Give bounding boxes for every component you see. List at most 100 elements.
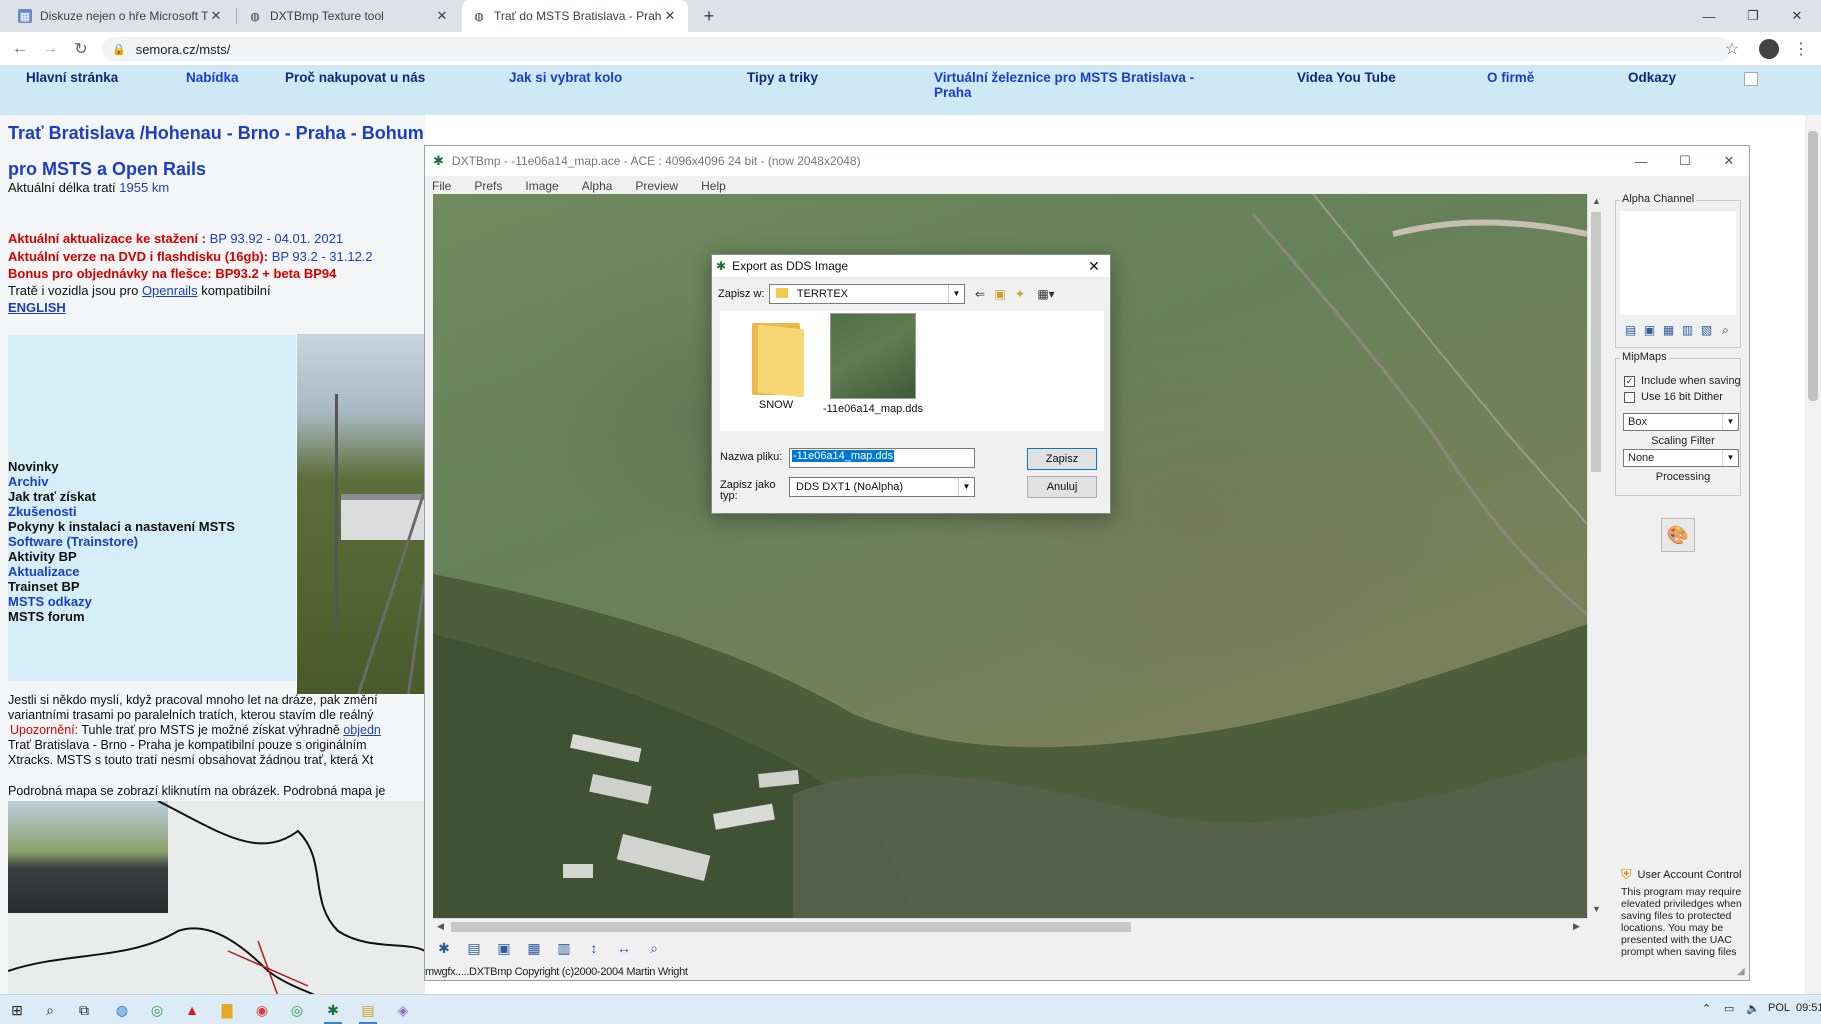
search-icon[interactable]: ⌕ bbox=[38, 999, 62, 1021]
menu-preview[interactable]: Preview bbox=[635, 179, 678, 193]
chrome-icon[interactable]: ◉ bbox=[250, 999, 274, 1021]
forward-button[interactable]: → bbox=[39, 38, 61, 60]
flip-vertical-icon[interactable]: ↕ bbox=[583, 937, 605, 959]
scroll-up-icon[interactable]: ▲ bbox=[1592, 196, 1601, 206]
file-item-dds[interactable]: -11e06a14_map.dds bbox=[820, 311, 926, 415]
menu-archiv[interactable]: Archiv bbox=[8, 474, 48, 489]
nav-tips[interactable]: Tipy a triky bbox=[747, 70, 818, 85]
save-as-type-select[interactable]: DDS DXT1 (NoAlpha) ▼ bbox=[789, 477, 975, 497]
cancel-button[interactable]: Anuluj bbox=[1027, 476, 1097, 498]
chevron-down-icon[interactable]: ▼ bbox=[1722, 450, 1738, 466]
resize-grip-icon[interactable]: ◢ bbox=[1737, 966, 1745, 977]
bookmark-star-icon[interactable]: ☆ bbox=[1721, 38, 1743, 60]
english-link[interactable]: ENGLISH bbox=[8, 300, 66, 315]
menu-aktivity[interactable]: Aktivity BP bbox=[8, 549, 77, 564]
nav-videos[interactable]: Videa You Tube bbox=[1297, 70, 1396, 85]
paint-icon[interactable]: ◈ bbox=[391, 999, 415, 1021]
menu-jak-trat-ziskat[interactable]: Jak trať získat bbox=[8, 489, 96, 504]
address-bar[interactable]: 🔒 semora.cz/msts/ bbox=[102, 37, 1732, 61]
file-explorer-icon[interactable]: ▇ bbox=[215, 999, 239, 1021]
alpha-view-icon[interactable]: ▧ bbox=[1698, 323, 1715, 339]
edge-icon[interactable]: ◍ bbox=[110, 999, 134, 1021]
flip-horizontal-icon[interactable]: ↔ bbox=[613, 937, 635, 959]
menu-prefs[interactable]: Prefs bbox=[474, 179, 502, 193]
notepad-icon[interactable]: ▤ bbox=[356, 999, 380, 1024]
nav-about[interactable]: O firmě bbox=[1487, 70, 1534, 85]
menu-alpha[interactable]: Alpha bbox=[582, 179, 613, 193]
preview-vertical-scrollbar[interactable]: ▲ ▼ bbox=[1587, 194, 1603, 918]
task-view-icon[interactable]: ⧉ bbox=[72, 999, 96, 1021]
menu-pokyny[interactable]: Pokyny k instalaci a nastavení MSTS bbox=[8, 519, 235, 534]
page-scrollbar[interactable] bbox=[1805, 115, 1821, 994]
alpha-save-icon[interactable]: ▦ bbox=[1660, 323, 1677, 339]
palette-icon[interactable]: 🎨 bbox=[1661, 518, 1695, 552]
menu-software[interactable]: Software (Trainstore) bbox=[8, 534, 138, 549]
include-when-saving-checkbox[interactable]: ✓ Include when saving bbox=[1624, 375, 1741, 387]
menu-novinky[interactable]: Novinky bbox=[8, 459, 59, 474]
alpha-open-icon[interactable]: ▤ bbox=[1622, 323, 1639, 339]
alpha-import-icon[interactable]: ▣ bbox=[1641, 323, 1658, 339]
folder-tool-icon[interactable]: ▥ bbox=[553, 937, 575, 959]
up-folder-icon[interactable]: ▣ bbox=[991, 285, 1009, 303]
chevron-down-icon[interactable]: ▼ bbox=[948, 285, 964, 303]
dialog-title-bar[interactable]: ✱ Export as DDS Image bbox=[712, 255, 1110, 277]
new-tab-button[interactable]: + bbox=[695, 0, 723, 32]
dxtbmp-minimize-button[interactable]: — bbox=[1619, 146, 1663, 176]
menu-help[interactable]: Help bbox=[701, 179, 726, 193]
file-item-folder[interactable]: SNOW bbox=[730, 311, 822, 411]
order-link[interactable]: objedn bbox=[343, 723, 381, 737]
tab-semora[interactable]: ◍ Trať do MSTS Bratislava - Praha ✕ bbox=[462, 0, 688, 32]
dxtbmp-title-bar[interactable]: ✱ DXTBmp - -11e06a14_map.ace - ACE : 409… bbox=[425, 146, 1749, 176]
scroll-down-icon[interactable]: ▼ bbox=[1592, 904, 1601, 914]
page-scrollbar-thumb[interactable] bbox=[1808, 131, 1818, 401]
back-arrow-icon[interactable]: ⇐ bbox=[971, 285, 989, 303]
profile-avatar[interactable] bbox=[1758, 38, 1780, 60]
filter-select[interactable]: Box ▼ bbox=[1623, 413, 1739, 431]
acrobat-icon[interactable]: ▲ bbox=[180, 999, 204, 1021]
chevron-down-icon[interactable]: ▼ bbox=[1722, 414, 1738, 430]
alpha-folder-icon[interactable]: ▥ bbox=[1679, 323, 1696, 339]
restore-button[interactable]: ❐ bbox=[1731, 0, 1775, 32]
app-icon-circle[interactable]: ◎ bbox=[285, 999, 309, 1021]
nav-offer[interactable]: Nabídka bbox=[186, 70, 239, 85]
app-icon-green[interactable]: ◎ bbox=[145, 999, 169, 1021]
menu-msts-odkazy[interactable]: MSTS odkazy bbox=[8, 594, 92, 609]
export-tool-icon[interactable]: ▣ bbox=[493, 937, 515, 959]
start-button-icon[interactable]: ⊞ bbox=[5, 999, 29, 1021]
volume-icon[interactable]: 🔈 bbox=[1746, 1002, 1760, 1015]
tab-close-icon[interactable]: ✕ bbox=[208, 8, 224, 24]
openrails-link[interactable]: Openrails bbox=[142, 283, 198, 298]
zoom-icon[interactable]: ⌕ bbox=[643, 937, 665, 959]
preview-vscroll-thumb[interactable] bbox=[1591, 212, 1601, 472]
minimize-button[interactable]: — bbox=[1687, 0, 1731, 32]
tab-dxtbmp[interactable]: ◍ DXTBmp Texture tool ✕ bbox=[238, 0, 460, 32]
alpha-zoom-icon[interactable]: ⌕ bbox=[1717, 323, 1734, 339]
alpha-preview[interactable] bbox=[1620, 211, 1736, 315]
menu-trainset[interactable]: Trainset BP bbox=[8, 579, 80, 594]
nav-home[interactable]: Hlavní stránka bbox=[26, 70, 118, 85]
use-16bit-dither-checkbox[interactable]: Use 16 bit Dither bbox=[1624, 391, 1723, 403]
route-map-image[interactable] bbox=[8, 801, 425, 995]
language-indicator[interactable]: POL bbox=[1768, 1002, 1790, 1014]
preview-horizontal-scrollbar[interactable]: ◀ ▶ bbox=[433, 918, 1587, 934]
preview-hscroll-thumb[interactable] bbox=[451, 922, 1131, 932]
nav-links[interactable]: Odkazy bbox=[1628, 70, 1676, 85]
tab-close-icon[interactable]: ✕ bbox=[434, 8, 450, 24]
menu-file[interactable]: File bbox=[432, 179, 451, 193]
menu-zkusenosti[interactable]: Zkušenosti bbox=[8, 504, 77, 519]
nav-why-buy[interactable]: Proč nakupovat u nás bbox=[285, 70, 425, 85]
save-button[interactable]: Zapisz bbox=[1027, 448, 1097, 470]
filename-input[interactable]: -11e06a14_map.dds bbox=[789, 448, 975, 468]
save-tool-icon[interactable]: ▦ bbox=[523, 937, 545, 959]
save-in-select[interactable]: TERRTEX ▼ bbox=[769, 284, 965, 304]
new-folder-icon[interactable]: ✦ bbox=[1011, 285, 1029, 303]
processing-select[interactable]: None ▼ bbox=[1623, 449, 1739, 467]
dialog-close-button[interactable]: ✕ bbox=[1084, 256, 1104, 276]
reload-button[interactable]: ↻ bbox=[70, 38, 92, 60]
browser-menu-icon[interactable]: ⋮ bbox=[1790, 38, 1812, 60]
scroll-right-icon[interactable]: ▶ bbox=[1573, 921, 1580, 932]
close-window-button[interactable]: ✕ bbox=[1775, 0, 1819, 32]
tray-chevron-icon[interactable]: ⌃ bbox=[1702, 1002, 1711, 1015]
tab-forum[interactable]: ▦ Diskuze nejen o hře Microsoft Tr ✕ bbox=[8, 0, 234, 32]
dxtbmp-close-button[interactable]: ✕ bbox=[1707, 146, 1751, 176]
